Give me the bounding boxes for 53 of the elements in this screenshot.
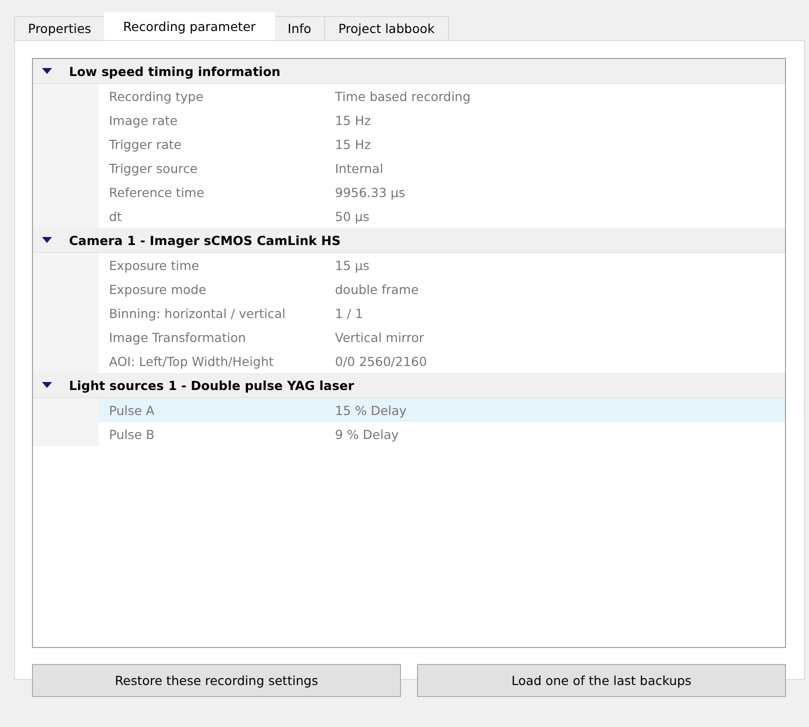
property-value: 1 / 1 [335,306,364,320]
property-value: 9 % Delay [335,426,399,442]
group-header[interactable]: Light sources 1 - Double pulse YAG laser [33,373,785,398]
property-name: Binning: horizontal / vertical [108,306,287,320]
property-row[interactable]: Recording type Time based recording [99,84,785,108]
property-row[interactable]: Trigger rate 15 Hz [99,132,785,156]
property-value: 15 Hz [335,136,371,152]
property-name: Pulse B [108,426,156,442]
group-header[interactable]: Low speed timing information [33,59,785,84]
property-row[interactable]: Image Transformation Vertical mirror [99,325,785,349]
action-button[interactable]: Restore these recording settings [32,664,401,697]
property-value: 15 Hz [335,112,371,128]
property-name: dt [108,208,123,224]
property-row[interactable]: Pulse A 15 % Delay [99,398,785,422]
property-row[interactable]: Binning: horizontal / vertical 1 / 1 [99,301,785,325]
property-row[interactable]: Exposure mode double frame [99,277,785,301]
tab[interactable]: Project labbook [324,16,449,40]
property-value: 15 % Delay [335,402,407,418]
property-value: double frame [335,282,419,296]
property-name: Exposure mode [108,282,208,296]
group-title: Camera 1 - Imager sCMOS CamLink HS [69,232,341,248]
property-value: 9956.33 µs [335,184,406,200]
property-value: 0/0 2560/2160 [335,354,427,368]
property-row[interactable]: AOI: Left/Top Width/Height 0/0 2560/2160 [99,349,785,373]
expanded-triangle-icon[interactable] [42,67,52,75]
property-value: Vertical mirror [335,330,424,344]
property-value: 15 µs [335,258,370,272]
action-button[interactable]: Load one of the last backups [417,664,786,697]
expanded-triangle-icon[interactable] [42,236,52,244]
property-name: Image rate [108,112,179,128]
property-value: Time based recording [335,88,471,104]
property-row[interactable]: dt 50 µs [99,204,785,228]
property-name: AOI: Left/Top Width/Height [108,354,275,368]
group-title: Light sources 1 - Double pulse YAG laser [69,378,354,392]
group-title: Low speed timing information [69,64,280,78]
group-header[interactable]: Camera 1 - Imager sCMOS CamLink HS [33,228,785,253]
property-name: Pulse A [108,402,156,418]
tab[interactable]: Properties [14,16,106,40]
property-name: Recording type [108,88,204,104]
property-name: Image Transformation [108,330,247,344]
property-row[interactable]: Image rate 15 Hz [99,108,785,132]
property-row[interactable]: Pulse B 9 % Delay [99,422,785,446]
property-row[interactable]: Reference time 9956.33 µs [99,180,785,204]
property-row[interactable]: Trigger source Internal [99,156,785,180]
property-value: 50 µs [335,208,370,224]
expanded-triangle-icon[interactable] [42,381,52,389]
property-name: Trigger source [108,160,199,176]
property-name: Reference time [108,184,206,200]
property-name: Trigger rate [108,136,182,152]
property-row[interactable]: Exposure time 15 µs [99,253,785,277]
property-value: Internal [335,160,384,176]
tab[interactable]: Recording parameter [104,12,275,40]
property-name: Exposure time [108,258,200,272]
